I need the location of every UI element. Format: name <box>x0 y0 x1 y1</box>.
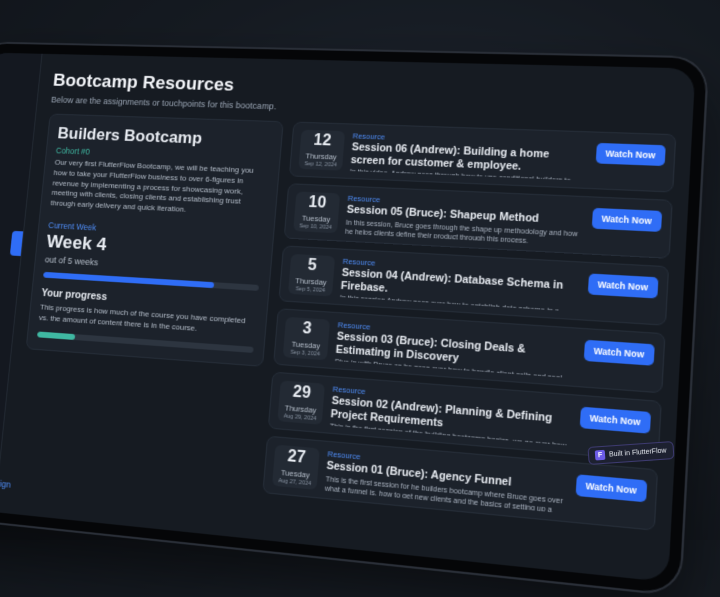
session-day: 10 <box>308 195 327 212</box>
session-weekday: Thursday <box>305 151 337 161</box>
session-date-box: 5 Thursday Sep 5, 2024 <box>288 254 335 297</box>
session-info: Resource Session 05 (Bruce): Shapeup Met… <box>345 194 584 246</box>
bootcamp-column: Builders Bootcamp Cohort #0 Our very fir… <box>13 114 283 493</box>
bootcamp-description: Our very first FlutterFlow Bootcamp, we … <box>50 158 269 220</box>
main-content: Bootcamp Resources Below are the assignm… <box>1 54 695 582</box>
session-day: 5 <box>307 257 317 274</box>
session-date-box: 3 Tuesday Sep 3, 2024 <box>283 317 330 361</box>
sidebar-active-indicator[interactable] <box>10 231 23 256</box>
session-card: 12 Thursday Sep 12, 2024 Resource Sessio… <box>289 122 676 193</box>
session-day: 27 <box>287 448 306 466</box>
week-progress-fill <box>43 272 215 288</box>
session-full-date: Aug 29, 2024 <box>283 413 316 422</box>
session-info: Resource Session 04 (Andrew): Database S… <box>340 257 580 312</box>
session-info: Resource Session 06 (Andrew): Building a… <box>350 131 588 180</box>
course-progress-fill <box>37 331 75 340</box>
session-day: 29 <box>292 384 311 402</box>
bootcamp-card: Builders Bootcamp Cohort #0 Our very fir… <box>26 114 284 367</box>
watch-now-button[interactable]: Watch Now <box>587 273 658 298</box>
session-card: 10 Tuesday Sep 10, 2024 Resource Session… <box>284 183 673 259</box>
session-date-box: 29 Thursday Aug 29, 2024 <box>277 380 325 424</box>
watch-now-button[interactable]: Watch Now <box>595 143 666 166</box>
watch-now-button[interactable]: Watch Now <box>575 474 647 502</box>
session-date-box: 27 Tuesday Aug 27, 2024 <box>272 445 320 490</box>
session-date-box: 12 Thursday Sep 12, 2024 <box>298 130 345 171</box>
session-day: 12 <box>313 133 332 149</box>
session-day: 3 <box>302 320 312 337</box>
session-date-box: 10 Tuesday Sep 10, 2024 <box>293 191 340 233</box>
session-info: Resource Session 03 (Bruce): Closing Dea… <box>335 320 576 378</box>
session-info: Resource Session 01 (Bruce): Agency Funn… <box>325 449 568 513</box>
session-weekday: Thursday <box>295 276 327 287</box>
tablet-device: flutterflow.design Bootcamp Resources Be… <box>0 41 709 597</box>
session-full-date: Sep 12, 2024 <box>304 161 337 168</box>
watch-now-button[interactable]: Watch Now <box>579 407 651 434</box>
watch-now-button[interactable]: Watch Now <box>583 340 655 366</box>
flutterflow-logo-icon: F <box>595 450 606 461</box>
session-weekday: Tuesday <box>302 213 331 223</box>
session-list: 12 Thursday Sep 12, 2024 Resource Sessio… <box>262 122 676 531</box>
session-full-date: Sep 10, 2024 <box>299 223 332 231</box>
session-full-date: Sep 3, 2024 <box>290 349 320 357</box>
session-info: Resource Session 02 (Andrew): Planning &… <box>330 384 572 445</box>
session-full-date: Sep 5, 2024 <box>295 286 325 294</box>
watch-now-button[interactable]: Watch Now <box>591 208 662 232</box>
progress-section: Your progress This progress is how much … <box>37 287 258 352</box>
badge-text: Built in FlutterFlow <box>609 447 667 458</box>
app-screen: flutterflow.design Bootcamp Resources Be… <box>0 53 695 583</box>
